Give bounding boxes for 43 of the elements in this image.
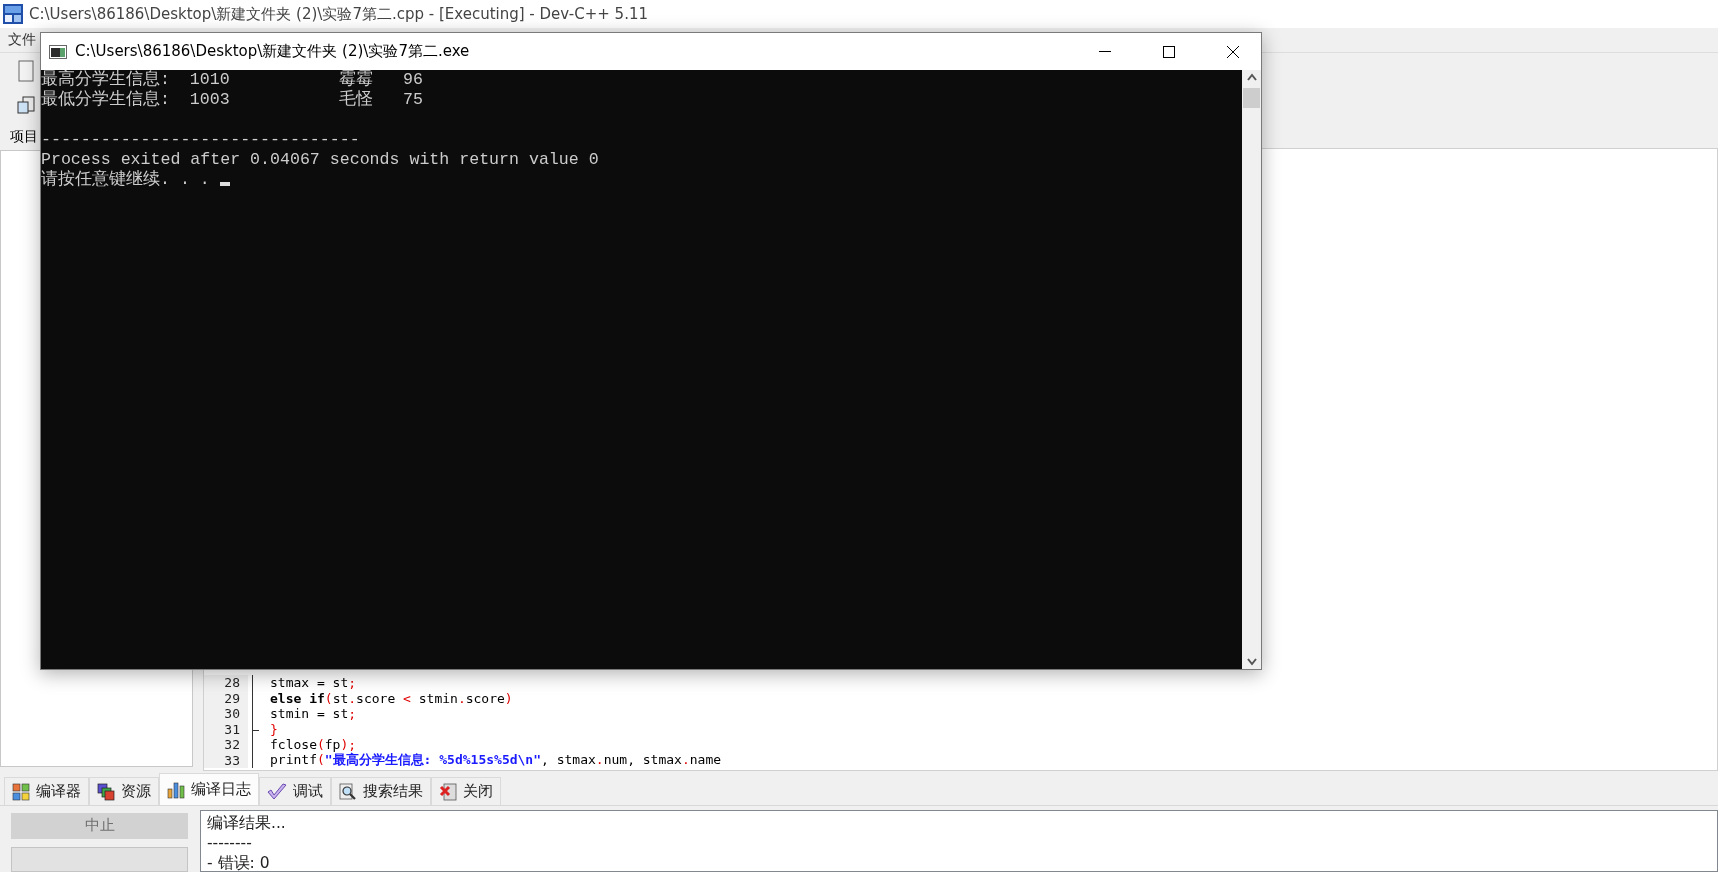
- code-line: stmax = st;: [269, 675, 357, 691]
- console-line: --------------------------------: [41, 130, 360, 150]
- close-document-icon: [439, 782, 457, 801]
- log-line: - 错误: 0: [207, 853, 271, 871]
- code-line: else if(st.score < stmin.score): [269, 690, 513, 706]
- code-line: printf("最高分学生信息: %5d%15s%5d\n", stmax.num, stmax.name: [269, 752, 722, 770]
- console-line: 最低分学生信息: 1003 毛怪 75: [41, 90, 424, 110]
- window-title: C:\Users\86186\Desktop\新建文件夹 (2)\实验7第二.cpp - [Executing] - Dev-C++ 5.11: [29, 4, 648, 24]
- scroll-thumb[interactable]: [1243, 88, 1260, 108]
- copy-icon[interactable]: [16, 95, 36, 115]
- close-icon: [1227, 45, 1239, 58]
- log-line: 编译结果...: [207, 813, 287, 833]
- console-icon: [49, 44, 67, 59]
- line-number: 30: [204, 706, 248, 722]
- console-line: 最高分学生信息: 1010 霉霉 96: [41, 70, 424, 90]
- scrollbar[interactable]: [1242, 70, 1261, 669]
- window-title: C:\Users\86186\Desktop\新建文件夹 (2)\实验7第二.exe: [75, 42, 471, 61]
- grid-icon: [12, 782, 30, 801]
- code-line: fclose(fp);: [269, 737, 357, 753]
- console-line: 请按任意键继续. . .: [41, 170, 211, 190]
- panel-tab[interactable]: 编译器: [4, 777, 89, 805]
- console-line: Process exited after 0.04067 seconds with return value 0: [41, 150, 599, 170]
- code-line: }: [269, 721, 278, 737]
- stacked-squares-icon: [97, 782, 115, 801]
- line-number: 32: [204, 737, 248, 753]
- magnifier-icon: [339, 782, 357, 801]
- panel-tab[interactable]: 资源: [89, 777, 159, 805]
- panel-tab[interactable]: 关闭: [431, 777, 501, 805]
- panel-tab[interactable]: 项目: [10, 128, 38, 146]
- minimize-icon: [1099, 50, 1111, 53]
- maximize-icon: [1163, 45, 1175, 58]
- panel-tab[interactable]: 调试: [259, 777, 331, 805]
- panel-tab[interactable]: 搜索结果: [331, 777, 431, 805]
- code-line: stmin = st;: [269, 706, 357, 722]
- panel-tab[interactable]: 编译日志: [159, 773, 259, 805]
- menu-item[interactable]: 文件: [8, 31, 36, 49]
- panel-button[interactable]: [11, 846, 188, 872]
- check-mark-icon: [267, 782, 287, 801]
- app-icon: [3, 4, 23, 24]
- log-line: --------: [207, 833, 253, 853]
- bar-chart-icon: [167, 780, 185, 799]
- line-number: 28: [204, 675, 248, 691]
- new-file-icon[interactable]: [18, 60, 34, 82]
